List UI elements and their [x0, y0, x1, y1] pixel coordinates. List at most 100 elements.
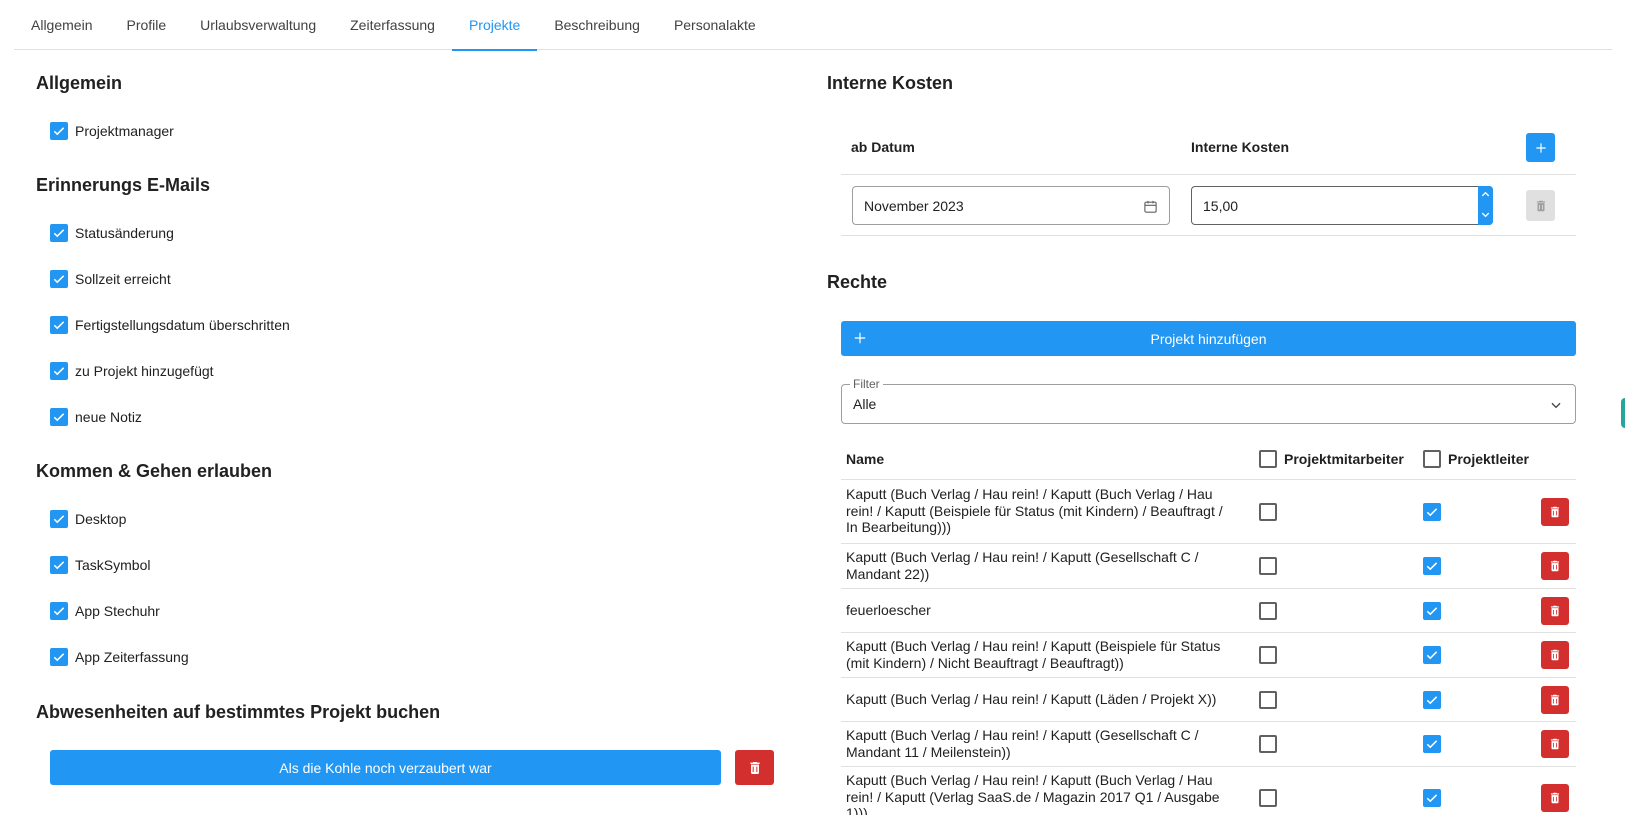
trash-icon [1550, 694, 1560, 706]
delete-row-button[interactable] [1541, 552, 1569, 580]
column-header-projektmitarbeiter: Projektmitarbeiter [1284, 451, 1404, 467]
checkbox-label: TaskSymbol [75, 557, 151, 573]
checkbox-checked-icon [1426, 740, 1438, 749]
checkbox-checked-icon [1426, 696, 1438, 705]
chevron-down-icon [1551, 402, 1561, 409]
filter-select[interactable]: Filter Alle [841, 377, 1576, 424]
delete-absence-project-button[interactable] [735, 750, 774, 785]
tab-urlaubsverwaltung[interactable]: Urlaubsverwaltung [183, 0, 333, 50]
checkbox-tasksymbol[interactable]: TaskSymbol [50, 554, 150, 576]
leiter-checkbox[interactable] [1423, 735, 1441, 753]
checkbox-checked-icon [50, 270, 68, 288]
checkbox-fertigstellungsdatum[interactable]: Fertigstellungsdatum überschritten [50, 314, 290, 336]
column-header-ab-datum: ab Datum [851, 139, 915, 155]
tab-bar: Allgemein Profile Urlaubsverwaltung Zeit… [14, 0, 1612, 51]
select-all-leiter-checkbox[interactable] [1423, 450, 1441, 468]
checkbox-zu-projekt[interactable]: zu Projekt hinzugefügt [50, 360, 214, 382]
mitarbeiter-checkbox[interactable] [1259, 691, 1277, 709]
checkbox-projektmanager[interactable]: Projektmanager [50, 120, 174, 142]
leiter-checkbox[interactable] [1423, 691, 1441, 709]
filter-label: Filter [850, 377, 883, 391]
checkbox-neue-notiz[interactable]: neue Notiz [50, 406, 142, 428]
checkbox-label: Desktop [75, 511, 127, 527]
trash-icon [1550, 605, 1560, 617]
mitarbeiter-checkbox[interactable] [1259, 602, 1277, 620]
checkbox-checked-icon [1426, 794, 1438, 803]
delete-row-button[interactable] [1541, 641, 1569, 669]
project-name: Kaputt (Buch Verlag / Hau rein! / Kaputt… [846, 727, 1199, 760]
tab-profile[interactable]: Profile [109, 0, 183, 50]
delete-interne-kosten-button[interactable] [1526, 190, 1555, 221]
date-input-value: November 2023 [864, 197, 964, 214]
checkbox-checked-icon [50, 362, 68, 380]
checkbox-checked-icon [50, 224, 68, 242]
interne-kosten-value: 15,00 [1203, 197, 1239, 214]
chevron-up-icon[interactable] [1480, 189, 1491, 200]
trash-icon [1550, 649, 1560, 661]
table-row: Kaputt (Buch Verlag / Hau rein! / Kaputt… [841, 544, 1576, 589]
checkbox-app-stechuhr[interactable]: App Stechuhr [50, 600, 160, 622]
section-title-interne-kosten: Interne Kosten [827, 73, 954, 93]
delete-row-button[interactable] [1541, 686, 1569, 714]
leiter-checkbox[interactable] [1423, 789, 1441, 807]
mitarbeiter-checkbox[interactable] [1259, 646, 1277, 664]
tab-beschreibung[interactable]: Beschreibung [537, 0, 657, 50]
section-title-kommen: Kommen & Gehen erlauben [36, 461, 273, 481]
checkbox-label: App Stechuhr [75, 603, 160, 619]
checkbox-label: Sollzeit erreicht [75, 271, 171, 287]
checkbox-label: zu Projekt hinzugefügt [75, 363, 214, 379]
project-name: feuerloescher [846, 602, 931, 618]
add-interne-kosten-button[interactable] [1526, 133, 1555, 162]
mitarbeiter-checkbox[interactable] [1259, 503, 1277, 521]
delete-row-button[interactable] [1541, 597, 1569, 625]
tab-personalakte[interactable]: Personalakte [657, 0, 773, 50]
checkbox-statusaenderung[interactable]: Statusänderung [50, 222, 174, 244]
project-name: Kaputt (Buch Verlag / Hau rein! / Kaputt… [846, 549, 1199, 582]
leiter-checkbox[interactable] [1423, 646, 1441, 664]
mitarbeiter-checkbox[interactable] [1259, 789, 1277, 807]
table-row: Kaputt (Buch Verlag / Hau rein! / Kaputt… [841, 480, 1576, 544]
absence-project-button[interactable]: Als die Kohle noch verzaubert war [50, 750, 721, 785]
mitarbeiter-checkbox[interactable] [1259, 735, 1277, 753]
tab-projekte[interactable]: Projekte [451, 0, 538, 51]
project-name: Kaputt (Buch Verlag / Hau rein! / Kaputt… [846, 638, 1221, 671]
section-title-allgemein: Allgemein [36, 73, 123, 93]
checkbox-sollzeit[interactable]: Sollzeit erreicht [50, 268, 171, 290]
interne-kosten-input[interactable]: 15,00 [1191, 186, 1493, 225]
plus-icon [1535, 142, 1546, 153]
checkbox-label: neue Notiz [75, 409, 142, 425]
add-project-label: Projekt hinzufügen [1150, 330, 1267, 347]
delete-row-button[interactable] [1541, 498, 1569, 526]
tab-allgemein[interactable]: Allgemein [14, 0, 109, 50]
number-stepper[interactable] [1478, 186, 1493, 225]
section-title-abwesenheiten: Abwesenheiten auf bestimmtes Projekt buc… [36, 702, 441, 722]
side-panel-handle[interactable] [1621, 398, 1625, 428]
checkbox-checked-icon [50, 316, 68, 334]
project-name: Kaputt (Buch Verlag / Hau rein! / Kaputt… [846, 486, 1223, 535]
checkbox-desktop[interactable]: Desktop [50, 508, 126, 530]
section-title-rechte: Rechte [827, 272, 888, 292]
section-title-erinnerung: Erinnerungs E-Mails [36, 175, 211, 195]
checkbox-label: Projektmanager [75, 123, 174, 139]
checkbox-checked-icon [1426, 607, 1438, 616]
interne-kosten-header: ab Datum Interne Kosten [841, 118, 1576, 175]
trash-icon [1550, 738, 1560, 750]
checkbox-checked-icon [50, 648, 68, 666]
date-input[interactable]: November 2023 [852, 186, 1170, 225]
column-header-projektleiter: Projektleiter [1448, 451, 1529, 467]
checkbox-app-zeiterfassung[interactable]: App Zeiterfassung [50, 646, 189, 668]
add-project-button[interactable]: Projekt hinzufügen [841, 321, 1576, 356]
leiter-checkbox[interactable] [1423, 602, 1441, 620]
calendar-icon[interactable] [1143, 199, 1158, 214]
delete-row-button[interactable] [1541, 784, 1569, 812]
mitarbeiter-checkbox[interactable] [1259, 557, 1277, 575]
project-name: Kaputt (Buch Verlag / Hau rein! / Kaputt… [846, 691, 1217, 707]
leiter-checkbox[interactable] [1423, 503, 1441, 521]
select-all-mitarbeiter-checkbox[interactable] [1259, 450, 1277, 468]
column-header-name: Name [846, 451, 885, 467]
chevron-down-icon[interactable] [1480, 209, 1491, 220]
tab-zeiterfassung[interactable]: Zeiterfassung [333, 0, 452, 50]
leiter-checkbox[interactable] [1423, 557, 1441, 575]
trash-icon [1536, 200, 1545, 211]
delete-row-button[interactable] [1541, 730, 1569, 758]
